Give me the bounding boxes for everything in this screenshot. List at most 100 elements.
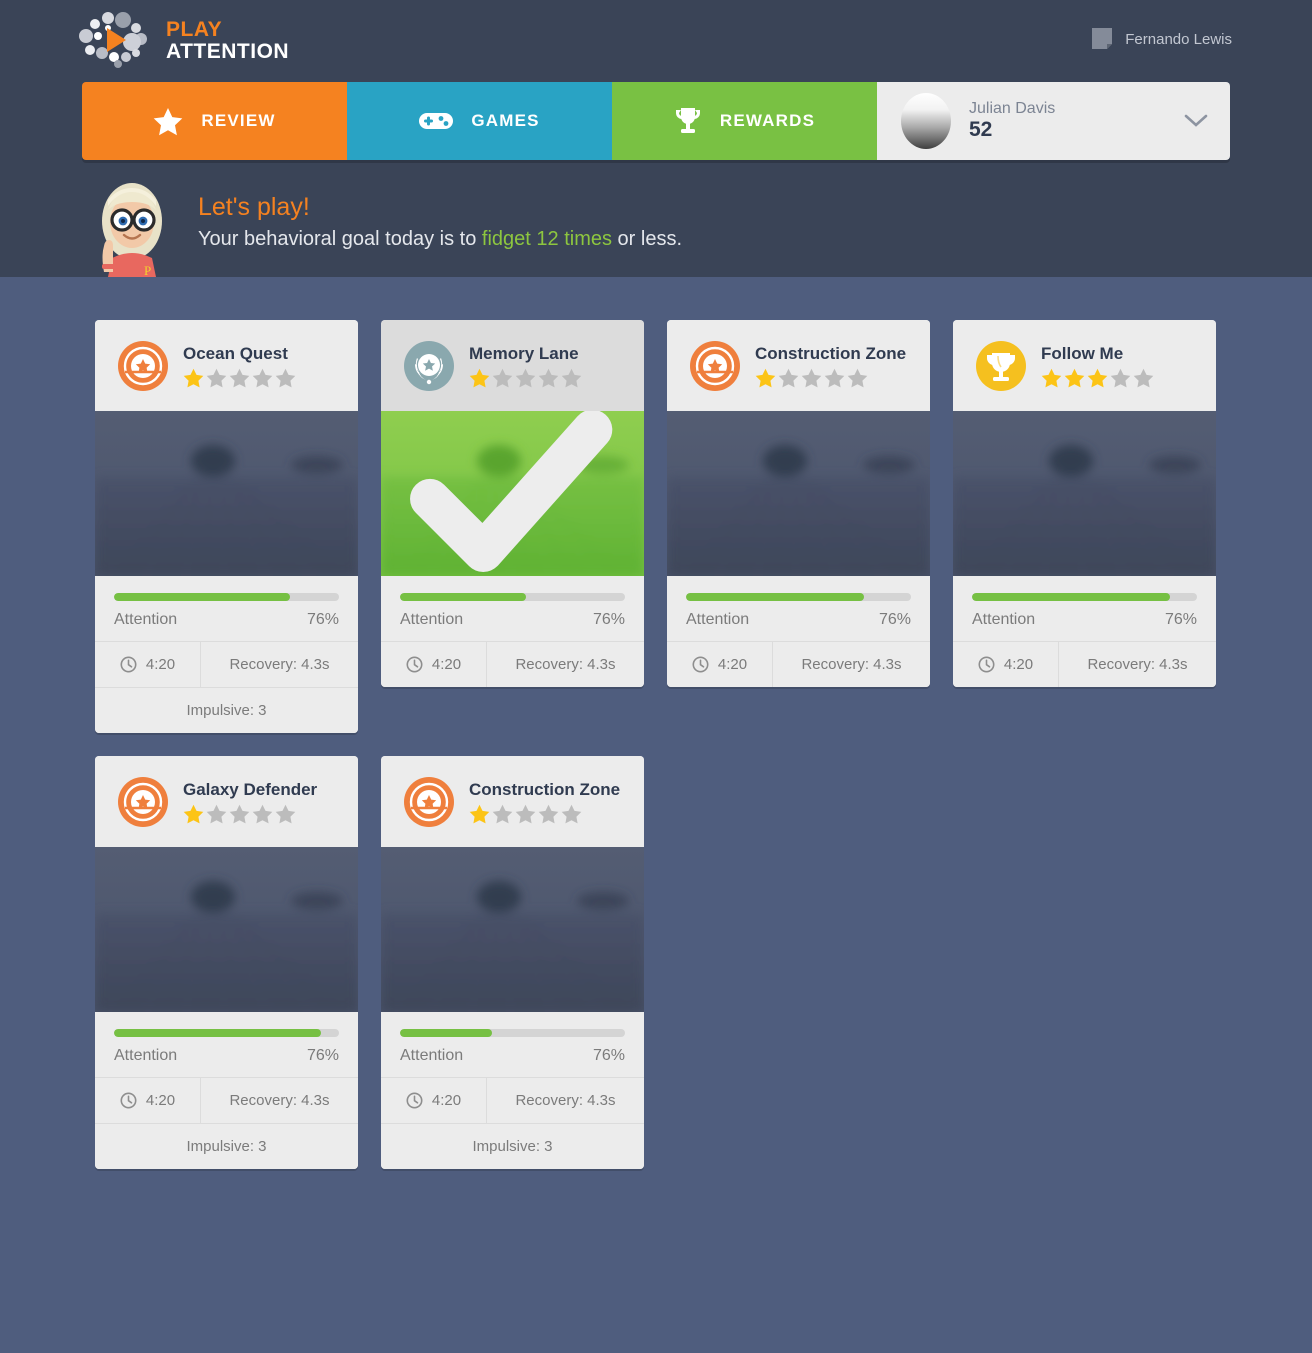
card-header: Construction Zone: [381, 756, 644, 847]
game-preview-image: [381, 847, 644, 1012]
attention-meter: Attention 76%: [381, 576, 644, 641]
game-preview-image: [953, 411, 1216, 576]
duration-stat: 4:20: [381, 642, 486, 687]
attention-bar-track: [114, 593, 339, 601]
card-title: Follow Me: [1041, 343, 1124, 363]
star-empty-icon: [824, 368, 845, 388]
recovery-stat: Recovery: 4.3s: [486, 642, 644, 687]
shield-star-badge-icon: [118, 777, 168, 827]
chevron-down-icon[interactable]: [1184, 114, 1208, 128]
card-stats-row: 4:20 Recovery: 4.3s: [381, 1077, 644, 1123]
tab-review[interactable]: REVIEW: [82, 82, 347, 160]
attention-meter: Attention 76%: [95, 1012, 358, 1077]
greeting-sub-after: or less.: [611, 228, 683, 251]
attention-label: Attention: [114, 1047, 178, 1064]
shield-star-badge-icon: [118, 341, 168, 391]
game-card[interactable]: Memory Lane Attention 76% 4:20 Recovery:…: [381, 320, 644, 687]
card-header: Follow Me: [953, 320, 1216, 411]
star-filled-icon: [1064, 368, 1085, 388]
tab-games[interactable]: GAMES: [347, 82, 612, 160]
card-media[interactable]: [95, 847, 358, 1012]
card-title: Ocean Quest: [183, 343, 288, 363]
star-empty-icon: [561, 368, 582, 388]
game-card[interactable]: Construction Zone Attention 76% 4:20 Rec…: [381, 756, 644, 1169]
recovery-value: Recovery: 4.3s: [515, 656, 616, 673]
recovery-value: Recovery: 4.3s: [229, 656, 330, 673]
duration-stat: 4:20: [667, 642, 772, 687]
game-card[interactable]: Follow Me Attention 76% 4:20 Recovery: 4…: [953, 320, 1216, 687]
star-empty-icon: [275, 368, 296, 388]
card-header: Memory Lane: [381, 320, 644, 411]
card-header: Galaxy Defender: [95, 756, 358, 847]
attention-label: Attention: [972, 611, 1036, 628]
card-media[interactable]: [381, 411, 644, 576]
game-card[interactable]: Construction Zone Attention 76% 4:20 Rec…: [667, 320, 930, 687]
star-rating[interactable]: [469, 368, 582, 388]
shield-star-badge-icon: [404, 777, 454, 827]
card-title: Memory Lane: [469, 343, 579, 363]
star-empty-icon: [515, 368, 536, 388]
star-empty-icon: [801, 368, 822, 388]
card-stats-row: 4:20 Recovery: 4.3s: [953, 641, 1216, 687]
coach-greeting: P Let's play! Your behavioral goal today…: [82, 176, 682, 277]
clock-icon: [120, 1092, 137, 1109]
star-rating[interactable]: [469, 804, 620, 824]
card-media[interactable]: [95, 411, 358, 576]
duration-value: 4:20: [1003, 656, 1034, 673]
clock-icon: [406, 656, 423, 673]
recovery-value: Recovery: 4.3s: [515, 1092, 616, 1109]
star-empty-icon: [492, 368, 513, 388]
card-stats-row: 4:20 Recovery: 4.3s: [381, 641, 644, 687]
game-preview-image: [95, 411, 358, 576]
attention-bar-track: [400, 593, 625, 601]
attention-bar-track: [400, 1029, 625, 1037]
tab-rewards[interactable]: REWARDS: [612, 82, 877, 160]
game-card[interactable]: Ocean Quest Attention 76% 4:20 Recovery:…: [95, 320, 358, 733]
card-media[interactable]: [381, 847, 644, 1012]
attention-label: Attention: [400, 1047, 464, 1064]
attention-label: Attention: [400, 611, 464, 628]
user-score: 52: [969, 118, 993, 142]
attention-bar-fill: [114, 593, 290, 601]
brand-logo[interactable]: PLAY ATTENTION: [78, 12, 289, 68]
tab-review-label: REVIEW: [201, 111, 276, 130]
attention-value: 76%: [878, 611, 911, 628]
star-filled-icon: [1087, 368, 1108, 388]
star-icon: [154, 107, 183, 135]
star-rating[interactable]: [183, 368, 296, 388]
attention-label: Attention: [686, 611, 750, 628]
impulsive-stat: Impulsive: 3: [381, 1123, 644, 1169]
star-rating[interactable]: [183, 804, 317, 824]
star-empty-icon: [252, 804, 273, 824]
greeting-subtitle: Your behavioral goal today is to fidget …: [198, 228, 682, 251]
clock-icon: [120, 656, 137, 673]
star-rating[interactable]: [755, 368, 906, 388]
duration-value: 4:20: [145, 656, 176, 673]
recovery-stat: Recovery: 4.3s: [200, 642, 358, 687]
laurel-star-badge-icon: [404, 341, 454, 391]
star-empty-icon: [515, 804, 536, 824]
card-title: Galaxy Defender: [183, 779, 318, 799]
duration-value: 4:20: [717, 656, 748, 673]
star-filled-icon: [183, 368, 204, 388]
greeting-title: Let's play!: [198, 193, 310, 221]
account-indicator[interactable]: Fernando Lewis: [1091, 27, 1232, 51]
card-title: Construction Zone: [755, 343, 907, 363]
star-rating[interactable]: [1041, 368, 1154, 388]
game-preview-image: [95, 847, 358, 1012]
game-card[interactable]: Galaxy Defender Attention 76% 4:20 Recov…: [95, 756, 358, 1169]
attention-bar-fill: [400, 593, 526, 601]
attention-bar-track: [972, 593, 1197, 601]
card-media[interactable]: [953, 411, 1216, 576]
recovery-stat: Recovery: 4.3s: [772, 642, 930, 687]
impulsive-stat: Impulsive: 3: [95, 687, 358, 733]
user-selector[interactable]: Julian Davis 52: [877, 82, 1230, 160]
greeting-goal-highlight: fidget 12 times: [481, 228, 612, 251]
card-media[interactable]: [667, 411, 930, 576]
attention-value: 76%: [306, 1047, 339, 1064]
game-preview-image: [667, 411, 930, 576]
star-filled-icon: [755, 368, 776, 388]
app-header: PLAY ATTENTION Fernando Lewis REVIEW GAM…: [0, 0, 1312, 277]
card-stats-row: 4:20 Recovery: 4.3s: [95, 1077, 358, 1123]
star-empty-icon: [538, 804, 559, 824]
